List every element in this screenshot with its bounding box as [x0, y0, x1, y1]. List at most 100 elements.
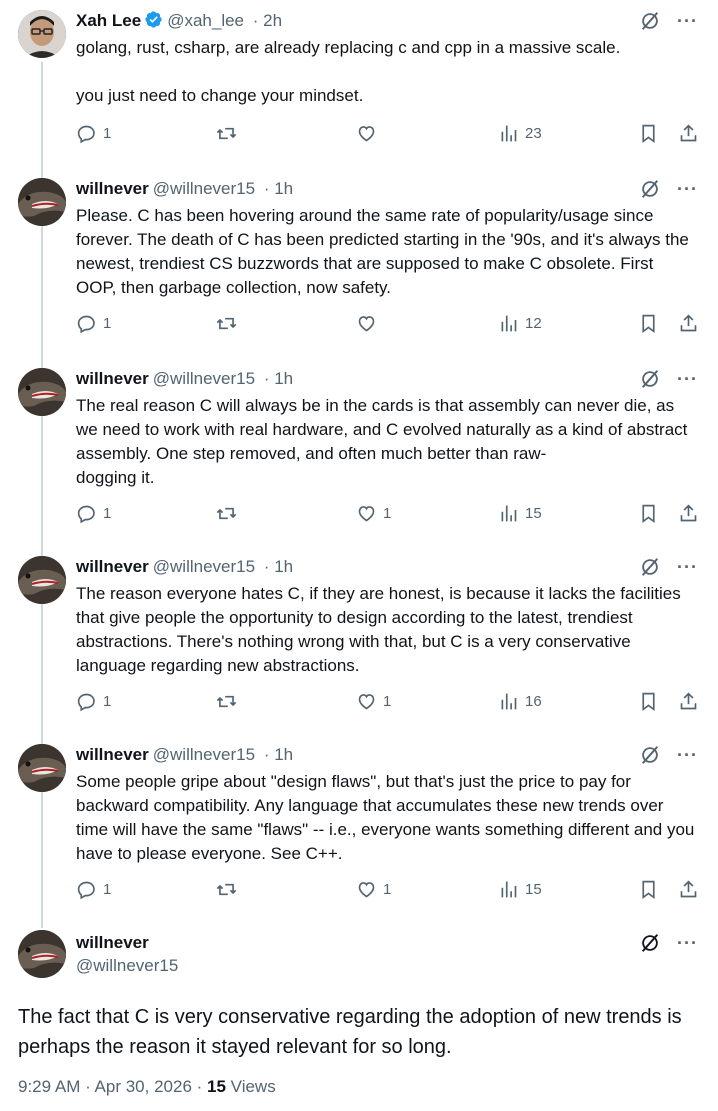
reply-button[interactable]: 1 — [76, 123, 111, 144]
like-button[interactable]: 1 — [356, 691, 391, 712]
views-button[interactable]: 23 — [498, 123, 542, 144]
share-button[interactable] — [678, 123, 699, 144]
retweet-button[interactable] — [216, 691, 243, 712]
bar-chart-icon — [501, 125, 517, 141]
bookmark-icon — [642, 692, 655, 711]
bookmark-button[interactable] — [638, 123, 659, 144]
bar-chart-icon — [501, 505, 517, 521]
tweet[interactable]: willnever @willnever15 · 1h ··· Some peop… — [0, 734, 718, 920]
retweet-icon — [216, 127, 237, 139]
timestamp[interactable]: · 1h — [264, 557, 293, 576]
retweet-button[interactable] — [216, 879, 243, 900]
tweet-text: golang, rust, csharp, are already replac… — [76, 38, 621, 105]
more-dots-icon[interactable]: ··· — [677, 180, 698, 198]
share-icon — [680, 123, 697, 141]
grok-icon[interactable] — [639, 368, 661, 390]
author-name[interactable]: willnever — [76, 179, 149, 198]
grok-icon[interactable] — [639, 744, 661, 766]
speech-bubble-icon — [77, 693, 95, 711]
bookmark-button[interactable] — [638, 313, 659, 334]
more-dots-icon[interactable]: ··· — [677, 370, 698, 388]
views-label: Views — [225, 1077, 276, 1096]
view-count: 15 — [207, 1077, 226, 1096]
avatar[interactable] — [18, 10, 66, 58]
tweet-text: Please. C has been hovering around the s… — [76, 206, 689, 297]
avatar[interactable] — [18, 368, 66, 416]
bookmark-button[interactable] — [638, 503, 659, 524]
avatar[interactable] — [18, 178, 66, 226]
timestamp[interactable]: · 1h — [264, 369, 293, 388]
grok-icon[interactable] — [639, 556, 661, 578]
tweet-actions: 1 1 16 — [76, 690, 699, 712]
timestamp[interactable]: · 1h — [264, 745, 293, 764]
author-handle[interactable]: @willnever15 — [153, 557, 255, 576]
retweet-button[interactable] — [216, 313, 243, 334]
main-tweet[interactable]: willnever @willnever15 ··· The fact that… — [0, 926, 718, 1111]
avatar[interactable] — [18, 930, 66, 978]
author-name[interactable]: willnever — [76, 369, 149, 388]
retweet-button[interactable] — [216, 123, 243, 144]
avatar[interactable] — [18, 744, 66, 792]
author-name[interactable]: willnever — [76, 557, 149, 576]
more-dots-icon[interactable]: ··· — [677, 934, 698, 952]
tweet-header: willnever @willnever15 · 1h — [76, 556, 698, 578]
bookmark-icon — [642, 124, 655, 143]
like-button[interactable] — [356, 123, 383, 144]
views-button[interactable]: 15 — [498, 879, 542, 900]
more-dots-icon[interactable]: ··· — [677, 12, 698, 30]
like-button[interactable]: 1 — [356, 503, 391, 524]
timestamp[interactable]: · 1h — [264, 179, 293, 198]
reply-button[interactable]: 1 — [76, 503, 111, 524]
tweet-meta: 9:29 AM · Apr 30, 2026 · 15 Views — [18, 1076, 276, 1098]
author-handle[interactable]: @willnever15 — [153, 179, 255, 198]
author-handle[interactable]: @willnever15 — [76, 955, 178, 977]
more-dots-icon[interactable]: ··· — [677, 746, 698, 764]
share-button[interactable] — [678, 313, 699, 334]
tweet-text: Some people gripe about "design flaws", … — [76, 772, 695, 863]
tweet-text: The reason everyone hates C, if they are… — [76, 584, 681, 675]
tweet[interactable]: willnever @willnever15 · 1h ··· The reaso… — [0, 546, 718, 734]
tweet-header: Xah Lee @xah_lee · 2h — [76, 10, 698, 32]
like-button[interactable] — [356, 313, 383, 334]
bookmark-button[interactable] — [638, 879, 659, 900]
share-button[interactable] — [678, 503, 699, 524]
reply-count: 1 — [103, 880, 112, 898]
views-button[interactable]: 12 — [498, 313, 542, 334]
reply-button[interactable]: 1 — [76, 879, 111, 900]
author-name[interactable]: Xah Lee — [76, 11, 141, 30]
share-button[interactable] — [678, 879, 699, 900]
author-handle[interactable]: @willnever15 — [153, 745, 255, 764]
like-count: 1 — [383, 880, 392, 898]
avatar[interactable] — [18, 556, 66, 604]
like-button[interactable]: 1 — [356, 879, 391, 900]
author-handle[interactable]: @xah_lee — [167, 11, 244, 30]
view-count: 15 — [525, 504, 542, 522]
author-name[interactable]: willnever — [76, 932, 149, 954]
views-button[interactable]: 15 — [498, 503, 542, 524]
timestamp[interactable]: · 2h — [253, 11, 282, 30]
speech-bubble-icon — [77, 505, 95, 523]
tweet[interactable]: willnever @willnever15 · 1h ··· The real … — [0, 358, 718, 546]
reply-button[interactable]: 1 — [76, 313, 111, 334]
tweet-header: willnever @willnever15 · 1h — [76, 178, 698, 200]
grok-icon[interactable] — [639, 932, 661, 954]
author-name[interactable]: willnever — [76, 745, 149, 764]
tweet[interactable]: Xah Lee @xah_lee · 2h ··· golang, rust, c… — [0, 0, 718, 168]
reply-count: 1 — [103, 314, 112, 332]
tweet-text: The real reason C will always be in the … — [76, 396, 688, 487]
bookmark-button[interactable] — [638, 691, 659, 712]
more-dots-icon[interactable]: ··· — [677, 558, 698, 576]
bar-chart-icon — [501, 315, 517, 331]
heart-icon — [358, 693, 375, 709]
tweet-header: willnever @willnever15 · 1h — [76, 368, 698, 390]
tweet[interactable]: willnever @willnever15 · 1h ··· Please. C… — [0, 168, 718, 358]
reply-button[interactable]: 1 — [76, 691, 111, 712]
timestamp[interactable]: 9:29 AM · Apr 30, 2026 · — [18, 1077, 207, 1096]
share-button[interactable] — [678, 691, 699, 712]
grok-icon[interactable] — [639, 10, 661, 32]
views-button[interactable]: 16 — [498, 691, 542, 712]
retweet-icon — [216, 507, 237, 519]
retweet-button[interactable] — [216, 503, 243, 524]
grok-icon[interactable] — [639, 178, 661, 200]
author-handle[interactable]: @willnever15 — [153, 369, 255, 388]
